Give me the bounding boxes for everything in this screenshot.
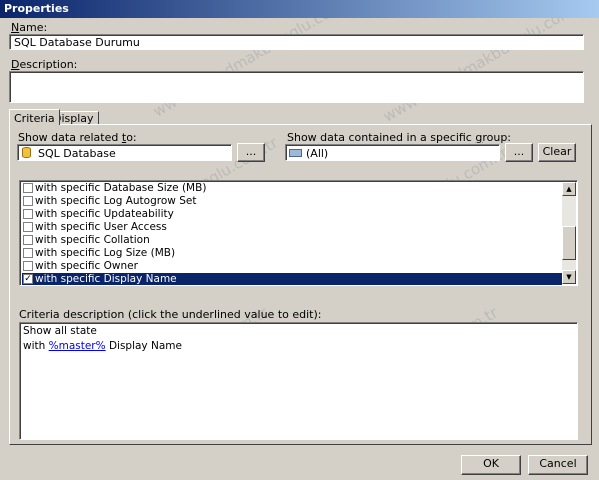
window-title: Properties bbox=[4, 2, 69, 15]
cancel-button[interactable]: Cancel bbox=[528, 455, 588, 475]
list-item[interactable]: with specific Collation bbox=[22, 234, 562, 247]
database-icon bbox=[22, 147, 31, 158]
name-label: Name: bbox=[11, 21, 48, 34]
title-bar: Properties bbox=[0, 0, 599, 18]
description-label: Description: bbox=[11, 58, 78, 71]
description-field[interactable] bbox=[9, 71, 584, 103]
related-label: Show data related to: bbox=[18, 131, 137, 144]
related-value: SQL Database bbox=[38, 147, 116, 160]
criteria-list[interactable]: with specific Database Size (MB) with sp… bbox=[19, 180, 578, 286]
clear-button[interactable]: Clear bbox=[538, 143, 576, 162]
checkbox[interactable] bbox=[23, 261, 33, 271]
list-item[interactable]: with specific Log Autogrow Set bbox=[22, 195, 562, 208]
criteria-description-line2: with %master% Display Name bbox=[23, 340, 182, 352]
tab-criteria[interactable]: Criteria bbox=[9, 109, 60, 125]
checkbox[interactable] bbox=[23, 222, 33, 232]
group-label: Show data contained in a specific group: bbox=[287, 131, 512, 144]
criteria-description-label: Criteria description (click the underlin… bbox=[19, 308, 322, 321]
checkbox-checked[interactable]: ✓ bbox=[23, 274, 33, 284]
checkbox[interactable] bbox=[23, 196, 33, 206]
name-field[interactable]: SQL Database Durumu bbox=[9, 34, 584, 50]
list-item[interactable]: with specific Log Size (MB) bbox=[22, 247, 562, 260]
display-name-value-link[interactable]: %master% bbox=[49, 340, 106, 352]
checkbox[interactable] bbox=[23, 235, 33, 245]
checkbox[interactable] bbox=[23, 248, 33, 258]
list-item-selected[interactable]: ✓ with specific Display Name bbox=[22, 273, 562, 285]
list-item[interactable]: with specific Database Size (MB) bbox=[22, 182, 562, 195]
list-item[interactable]: with specific User Access bbox=[22, 221, 562, 234]
group-browse-button[interactable]: ... bbox=[505, 143, 533, 162]
group-field[interactable]: (All) bbox=[285, 144, 500, 161]
criteria-description-box: Show all state with %master% Display Nam… bbox=[19, 322, 578, 440]
checkbox[interactable] bbox=[23, 209, 33, 219]
scroll-up-arrow-icon[interactable]: ▲ bbox=[562, 182, 576, 196]
scroll-thumb[interactable] bbox=[562, 226, 576, 260]
list-item[interactable]: with specific Updateability bbox=[22, 208, 562, 221]
related-browse-button[interactable]: ... bbox=[237, 143, 265, 162]
list-item[interactable]: with specific Owner bbox=[22, 260, 562, 273]
group-value: (All) bbox=[306, 147, 329, 160]
criteria-description-line1: Show all state bbox=[23, 325, 97, 337]
checkbox[interactable] bbox=[23, 183, 33, 193]
ok-button[interactable]: OK bbox=[461, 455, 521, 475]
name-value: SQL Database Durumu bbox=[14, 36, 140, 49]
related-field[interactable]: SQL Database bbox=[17, 144, 232, 161]
group-icon bbox=[289, 149, 302, 157]
scroll-down-arrow-icon[interactable]: ▼ bbox=[562, 270, 576, 284]
list-scrollbar[interactable]: ▲ ▼ bbox=[562, 182, 576, 284]
watermark: www.serhadmakbuloglu.com.tr bbox=[380, 0, 591, 126]
